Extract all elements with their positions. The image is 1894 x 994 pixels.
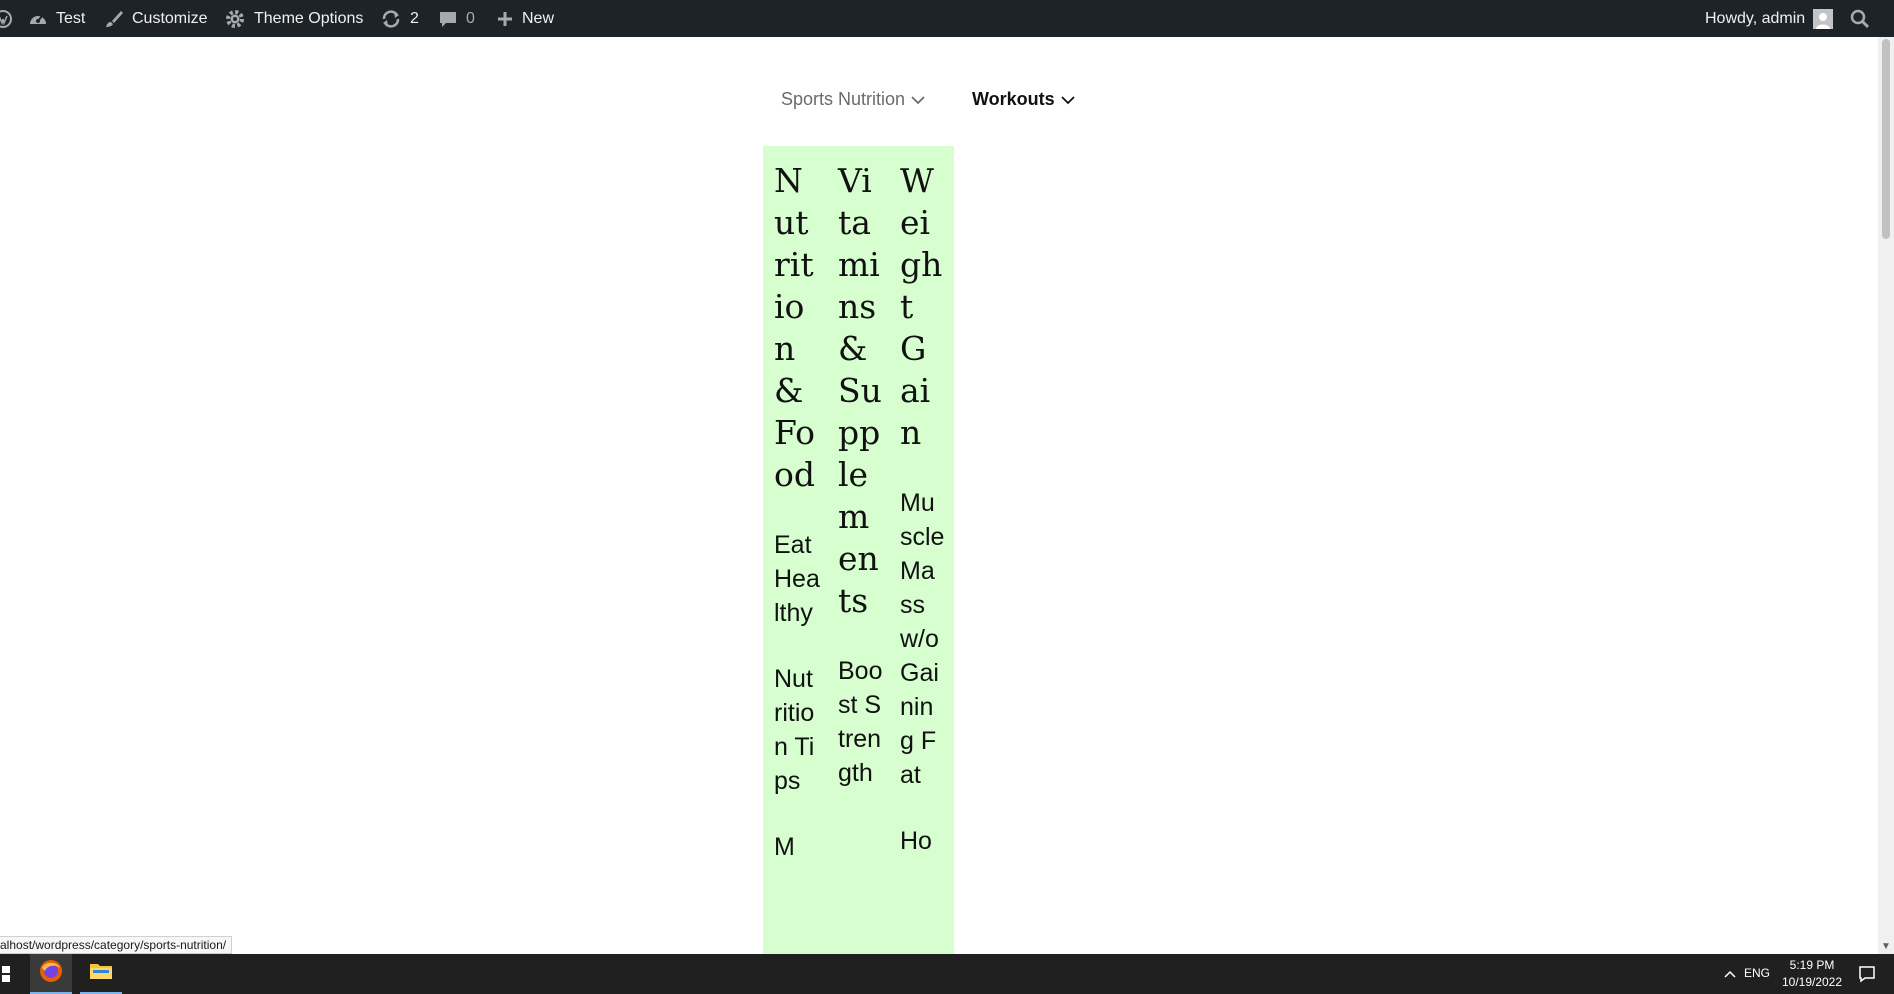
gear-icon: [224, 8, 246, 30]
comments-count: 0: [466, 9, 475, 27]
nav-item-label: Sports Nutrition: [781, 88, 906, 109]
customize-label: Customize: [132, 9, 208, 27]
search-icon[interactable]: [1850, 0, 1870, 37]
language-indicator[interactable]: ENG: [1744, 966, 1770, 980]
page-content: Sports Nutrition Workouts Nutrition & Fo…: [0, 37, 1878, 954]
new-content-link[interactable]: New: [496, 0, 554, 37]
wordpress-logo-icon[interactable]: [0, 0, 12, 37]
folder-icon: [89, 961, 113, 986]
new-label: New: [522, 9, 555, 27]
chevron-up-icon[interactable]: [1720, 954, 1740, 994]
scrollbar-thumb[interactable]: [1882, 39, 1890, 239]
chevron-down-icon: [1061, 89, 1075, 110]
site-name-menu[interactable]: Test: [28, 0, 85, 37]
mega-menu-column: Vitamins & Supplements Boost Strength: [838, 160, 884, 790]
theme-options-link[interactable]: Theme Options: [224, 0, 363, 37]
mega-menu-link[interactable]: Boost Strength: [838, 654, 884, 790]
firefox-icon: [39, 959, 63, 988]
my-account-menu[interactable]: Howdy, admin: [1705, 0, 1834, 37]
mega-menu-column: Weight Gain Muscle Mass w/o Gaining Fat …: [900, 160, 946, 858]
mega-menu-column: Nutrition & Food Eat Healthy Nutrition T…: [774, 160, 820, 864]
paintbrush-icon: [104, 9, 124, 29]
wp-admin-bar: Test Customize Theme Options 2 0 New How…: [0, 0, 1894, 37]
vertical-scrollbar[interactable]: ▼: [1878, 37, 1894, 954]
mega-menu-link[interactable]: Eat Healthy: [774, 528, 820, 630]
firefox-taskbar-button[interactable]: [30, 954, 72, 994]
windows-taskbar: ENG 5:19 PM 10/19/2022: [0, 954, 1894, 994]
updates-link[interactable]: 2: [380, 0, 419, 37]
updates-count: 2: [410, 9, 419, 27]
clock-date: 10/19/2022: [1781, 975, 1843, 989]
site-name-label: Test: [56, 9, 86, 27]
mega-menu-link[interactable]: Muscle Mass w/o Gaining Fat: [900, 486, 946, 792]
theme-options-label: Theme Options: [254, 9, 364, 27]
dashboard-icon: [28, 10, 48, 28]
sports-nutrition-mega-menu: Nutrition & Food Eat Healthy Nutrition T…: [763, 146, 954, 954]
comments-link[interactable]: 0: [438, 0, 475, 37]
start-button[interactable]: [0, 954, 14, 994]
avatar: [1813, 8, 1834, 29]
clock-time: 5:19 PM: [1789, 958, 1835, 972]
mega-menu-link[interactable]: Nutrition Tips: [774, 662, 820, 798]
mega-menu-link[interactable]: Ho: [900, 824, 946, 858]
howdy-label: Howdy, admin: [1705, 9, 1806, 27]
mega-menu-heading[interactable]: Nutrition & Food: [774, 160, 820, 496]
comment-bubble-icon: [438, 9, 458, 29]
mega-menu-heading[interactable]: Weight Gain: [900, 160, 946, 454]
mega-menu-link[interactable]: M: [774, 830, 820, 864]
notification-center-icon[interactable]: [1855, 954, 1879, 994]
nav-item-sports-nutrition[interactable]: Sports Nutrition: [781, 85, 925, 113]
plus-icon: [496, 10, 514, 28]
nav-item-label: Workouts: [972, 88, 1055, 109]
clock[interactable]: 5:19 PM 10/19/2022: [1775, 957, 1849, 991]
file-explorer-taskbar-button[interactable]: [80, 954, 122, 994]
mega-menu-heading[interactable]: Vitamins & Supplements: [838, 160, 884, 622]
scroll-down-icon[interactable]: ▼: [1881, 941, 1891, 952]
chevron-down-icon: [911, 89, 925, 110]
nav-item-workouts[interactable]: Workouts: [972, 85, 1075, 113]
updates-icon: [380, 9, 402, 29]
link-status-url: alhost/wordpress/category/sports-nutriti…: [0, 936, 233, 954]
customize-link[interactable]: Customize: [104, 0, 208, 37]
